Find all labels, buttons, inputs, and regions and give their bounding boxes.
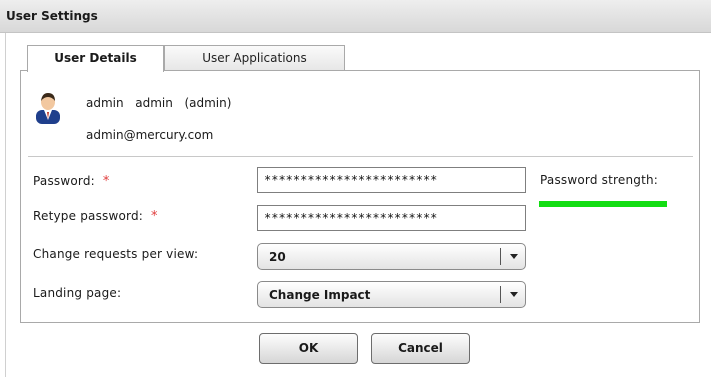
cancel-button[interactable]: Cancel — [371, 333, 470, 364]
section-divider — [28, 156, 693, 157]
landing-page-value: Change Impact — [269, 288, 371, 302]
user-email: admin@mercury.com — [86, 128, 214, 142]
window-titlebar: User Settings — [0, 0, 711, 33]
change-requests-select[interactable]: 20 — [257, 243, 526, 270]
window-title: User Settings — [6, 9, 98, 23]
landing-page-label: Landing page: — [33, 286, 122, 300]
password-field[interactable] — [257, 167, 526, 193]
password-strength-bar — [539, 201, 667, 207]
user-display-name: admin admin (admin) — [86, 96, 232, 110]
ok-button[interactable]: OK — [259, 333, 358, 364]
password-label: Password: * — [33, 174, 110, 189]
select-separator — [500, 248, 501, 265]
retype-password-label-text: Retype password: — [33, 209, 144, 223]
tab-user-details[interactable]: User Details — [27, 45, 164, 72]
required-marker: * — [102, 174, 110, 189]
select-separator — [500, 286, 501, 303]
chevron-down-icon[interactable] — [510, 292, 518, 297]
password-strength-label: Password strength: — [540, 173, 659, 187]
change-requests-label: Change requests per view: — [33, 247, 199, 261]
retype-password-label: Retype password: * — [33, 209, 158, 224]
chevron-down-icon[interactable] — [510, 254, 518, 259]
change-requests-value: 20 — [269, 250, 286, 264]
user-avatar-icon — [36, 93, 60, 124]
required-marker: * — [151, 209, 158, 224]
tab-user-applications[interactable]: User Applications — [164, 45, 345, 71]
retype-password-field[interactable] — [257, 205, 526, 231]
password-label-text: Password: — [33, 174, 95, 188]
left-border — [5, 33, 6, 377]
landing-page-select[interactable]: Change Impact — [257, 281, 526, 308]
